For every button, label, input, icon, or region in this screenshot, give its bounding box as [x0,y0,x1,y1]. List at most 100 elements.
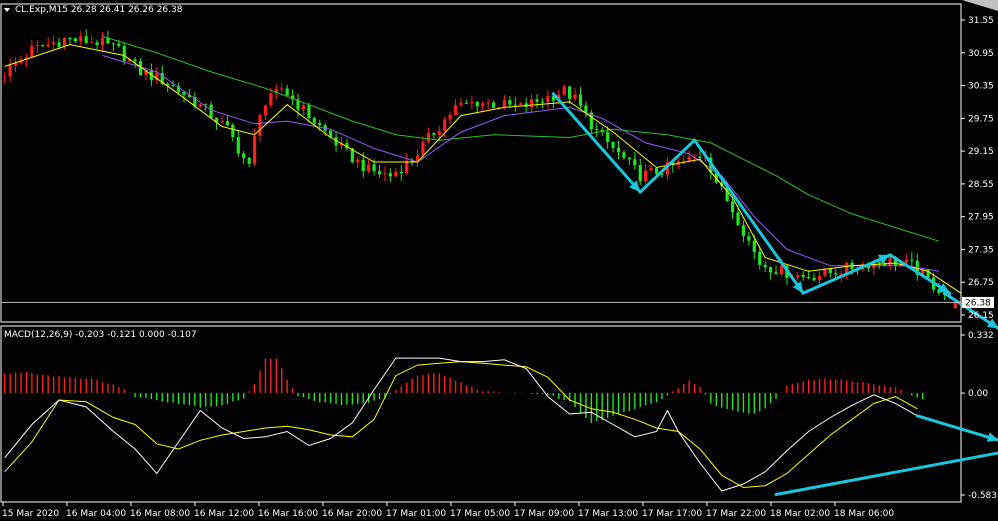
candle-body [649,168,653,171]
candle-body [953,302,957,308]
candle-body [508,100,512,105]
candle-body [301,105,306,110]
candle-body [405,160,409,174]
candle-body [46,44,50,47]
candle-body [459,102,463,106]
candle-body [372,164,376,172]
time-tick-label: 16 Mar 16:00 [258,509,318,519]
candle-body [133,59,137,62]
macd-panel-title: MACD(12,26,9) -0.203 -0.121 0.000 -0.107 [4,330,197,340]
time-tick-label: 15 Mar 2020 [2,509,59,519]
time-tick-label: 16 Mar 04:00 [66,509,126,519]
time-tick-label: 17 Mar 13:00 [578,509,638,519]
candle-body [285,88,289,96]
candle-body [453,105,458,116]
candle-body [111,43,115,45]
candle-body [633,159,637,166]
chart-background [0,0,998,521]
time-tick-label: 18 Mar 02:00 [770,509,830,519]
candle-body [736,212,740,226]
candle-body [388,173,392,177]
candle-body [877,262,881,264]
candle-body [834,273,838,275]
price-tick-label: 29.75 [968,114,994,124]
candle-body [171,85,175,87]
time-tick-label: 17 Mar 05:00 [450,509,510,519]
price-tick-label: 30.95 [968,49,994,59]
price-tick-label: 31.55 [968,16,994,26]
time-tick-label: 17 Mar 17:00 [642,509,702,519]
candle-body [90,42,94,44]
price-tick-label: 28.55 [968,180,994,190]
candle-body [307,105,311,119]
candle-body [595,128,599,130]
candle-body [769,267,773,273]
candle-body [8,65,12,77]
candle-body [698,156,702,159]
candle-body [263,105,268,116]
candle-body [57,42,61,47]
candle-body [95,42,99,46]
candle-body [312,118,316,123]
candle-body [730,201,735,213]
candle-body [432,133,436,135]
candle-body [616,147,621,153]
time-tick-label: 18 Mar 06:00 [834,509,894,519]
candle-body [73,38,77,42]
price-tick-label: 30.35 [968,82,994,92]
candle-body [209,104,213,118]
candle-body [763,264,767,268]
candle-body [470,101,474,104]
time-tick-label: 16 Mar 20:00 [322,509,382,519]
candle-body [904,259,908,263]
candle-body [812,277,816,281]
candle-body [796,275,800,278]
candle-body [638,165,642,182]
candle-body [519,103,523,105]
candle-body [535,99,539,102]
candle-body [687,156,691,161]
candle-body [79,36,83,42]
candle-body [644,170,648,182]
candle-body [62,38,67,47]
candle-body [252,135,257,164]
candle-body [573,94,577,99]
candle-body [530,99,534,108]
price-tick-label: 29.15 [968,147,994,157]
candle-body [502,100,507,108]
candle-body [888,257,892,266]
candle-body [225,121,230,126]
candle-body [356,159,360,163]
candle-body [198,104,202,107]
current-price-label: 26.38 [965,298,991,308]
macd-tick-label: 0.332 [968,331,994,341]
price-tick-label: 26.75 [968,278,994,288]
macd-tick-label: -0.583 [968,491,997,501]
candle-body [68,38,72,40]
time-tick-label: 17 Mar 09:00 [514,509,574,519]
candle-body [35,45,39,47]
candle-body [100,38,105,46]
candle-body [622,152,626,158]
candle-body [361,159,365,172]
candle-body [247,157,251,164]
candle-body [779,265,784,275]
candle-body [122,45,126,61]
candle-body [584,105,588,113]
trading-chart[interactable]: 26.38 31.55 30.95 30.35 29.75 29.15 28.55 27.9… [0,0,998,521]
candle-body [758,251,762,265]
candle-body [117,43,121,46]
candle-body [464,102,469,104]
candle-body [611,141,615,148]
time-tick-label: 16 Mar 12:00 [194,509,254,519]
candle-body [654,168,659,174]
candle-body [752,240,756,252]
candle-body [774,272,778,275]
candle-body [828,268,832,274]
candle-body [394,172,398,177]
candle-body [269,93,273,106]
candle-body [426,133,430,142]
time-tick-label: 16 Mar 08:00 [130,509,190,519]
candle-body [513,104,517,106]
candle-body [443,119,447,131]
